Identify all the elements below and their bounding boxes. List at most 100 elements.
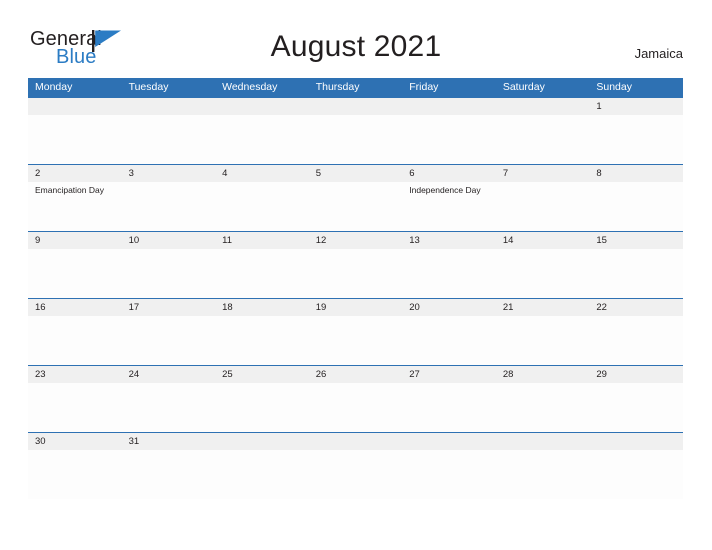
day-number[interactable]: 20 <box>402 299 496 316</box>
day-event <box>122 115 216 164</box>
week-event-band <box>28 383 683 432</box>
day-number[interactable]: 18 <box>215 299 309 316</box>
weekday-header-saturday: Saturday <box>502 81 545 93</box>
day-number[interactable]: 21 <box>496 299 590 316</box>
week-event-band <box>28 115 683 164</box>
day-number[interactable]: 3 <box>122 165 216 182</box>
day-event <box>309 383 403 432</box>
day-number[interactable]: 29 <box>589 366 683 383</box>
day-number[interactable]: 27 <box>402 366 496 383</box>
day-event <box>496 383 590 432</box>
day-event <box>122 383 216 432</box>
day-number[interactable]: 31 <box>122 433 216 450</box>
week-row: 1 <box>28 97 683 164</box>
weekday-header-friday: Friday <box>409 81 439 93</box>
region-label: Jamaica <box>634 46 683 61</box>
week-event-band <box>28 450 683 499</box>
day-number[interactable]: 17 <box>122 299 216 316</box>
day-event: Independence Day <box>409 185 481 195</box>
day-number[interactable]: 2 <box>28 165 122 182</box>
day-number[interactable]: 12 <box>309 232 403 249</box>
day-event <box>309 450 403 499</box>
day-number[interactable]: 24 <box>122 366 216 383</box>
weekday-header-sunday: Sunday <box>596 81 632 93</box>
day-number[interactable]: 23 <box>28 366 122 383</box>
calendar-grid: Monday Tuesday Wednesday Thursday Friday… <box>28 78 683 499</box>
day-number[interactable] <box>309 98 403 115</box>
week-row: 16 17 18 19 20 21 22 <box>28 298 683 365</box>
day-number[interactable]: 22 <box>589 299 683 316</box>
day-number[interactable]: 26 <box>309 366 403 383</box>
day-event <box>589 316 683 365</box>
day-number[interactable]: 8 <box>589 165 683 182</box>
day-event <box>589 383 683 432</box>
day-number[interactable]: 13 <box>402 232 496 249</box>
day-event <box>28 383 122 432</box>
day-event <box>215 115 309 164</box>
day-number[interactable]: 25 <box>215 366 309 383</box>
weekday-header-thursday: Thursday <box>315 81 360 93</box>
week-row: 9 10 11 12 13 14 15 <box>28 231 683 298</box>
weekday-header-row: Monday Tuesday Wednesday Thursday Friday… <box>28 78 683 97</box>
day-event <box>28 450 122 499</box>
day-event <box>589 249 683 298</box>
weekday-header-tuesday: Tuesday <box>128 81 169 93</box>
day-number[interactable] <box>215 433 309 450</box>
day-number[interactable] <box>402 433 496 450</box>
week-daynumber-band: 1 <box>28 98 683 115</box>
day-event <box>496 182 590 231</box>
day-number[interactable]: 30 <box>28 433 122 450</box>
day-event <box>589 115 683 164</box>
day-number[interactable]: 9 <box>28 232 122 249</box>
day-number[interactable]: 1 <box>589 98 683 115</box>
day-event <box>215 249 309 298</box>
day-number[interactable]: 11 <box>215 232 309 249</box>
day-number[interactable] <box>309 433 403 450</box>
day-number[interactable]: 14 <box>496 232 590 249</box>
day-number[interactable] <box>496 433 590 450</box>
weekday-header-wednesday: Wednesday <box>222 81 278 93</box>
page-header: General Blue August 2021 Jamaica <box>0 0 712 78</box>
day-event <box>496 249 590 298</box>
day-event: Emancipation Day <box>35 185 104 195</box>
day-event <box>309 249 403 298</box>
day-event <box>402 450 496 499</box>
day-number[interactable]: 7 <box>496 165 590 182</box>
week-daynumber-band: 23 24 25 26 27 28 29 <box>28 366 683 383</box>
day-number[interactable] <box>496 98 590 115</box>
day-number[interactable] <box>402 98 496 115</box>
day-event <box>402 115 496 164</box>
day-number[interactable]: 4 <box>215 165 309 182</box>
day-number[interactable]: 16 <box>28 299 122 316</box>
day-event <box>496 115 590 164</box>
week-daynumber-band: 2 3 4 5 6 7 8 <box>28 165 683 182</box>
day-number[interactable]: 5 <box>309 165 403 182</box>
week-row: 23 24 25 26 27 28 29 <box>28 365 683 432</box>
day-number[interactable] <box>28 98 122 115</box>
day-event <box>402 249 496 298</box>
day-event <box>309 115 403 164</box>
day-number[interactable]: 10 <box>122 232 216 249</box>
day-event <box>309 316 403 365</box>
day-event <box>496 316 590 365</box>
week-daynumber-band: 30 31 <box>28 433 683 450</box>
day-event <box>309 182 403 231</box>
page-title: August 2021 <box>270 30 442 63</box>
day-event <box>215 182 309 231</box>
week-event-band <box>28 249 683 298</box>
day-number[interactable] <box>122 98 216 115</box>
day-event <box>496 450 590 499</box>
day-event <box>28 115 122 164</box>
day-number[interactable]: 28 <box>496 366 590 383</box>
day-event <box>589 182 683 231</box>
day-number[interactable]: 19 <box>309 299 403 316</box>
day-number[interactable] <box>589 433 683 450</box>
weekday-header-monday: Monday <box>35 81 73 93</box>
day-event <box>402 383 496 432</box>
day-number[interactable] <box>215 98 309 115</box>
week-daynumber-band: 16 17 18 19 20 21 22 <box>28 299 683 316</box>
day-number[interactable]: 15 <box>589 232 683 249</box>
day-event <box>28 316 122 365</box>
day-event <box>122 182 216 231</box>
day-number[interactable]: 6 <box>402 165 496 182</box>
